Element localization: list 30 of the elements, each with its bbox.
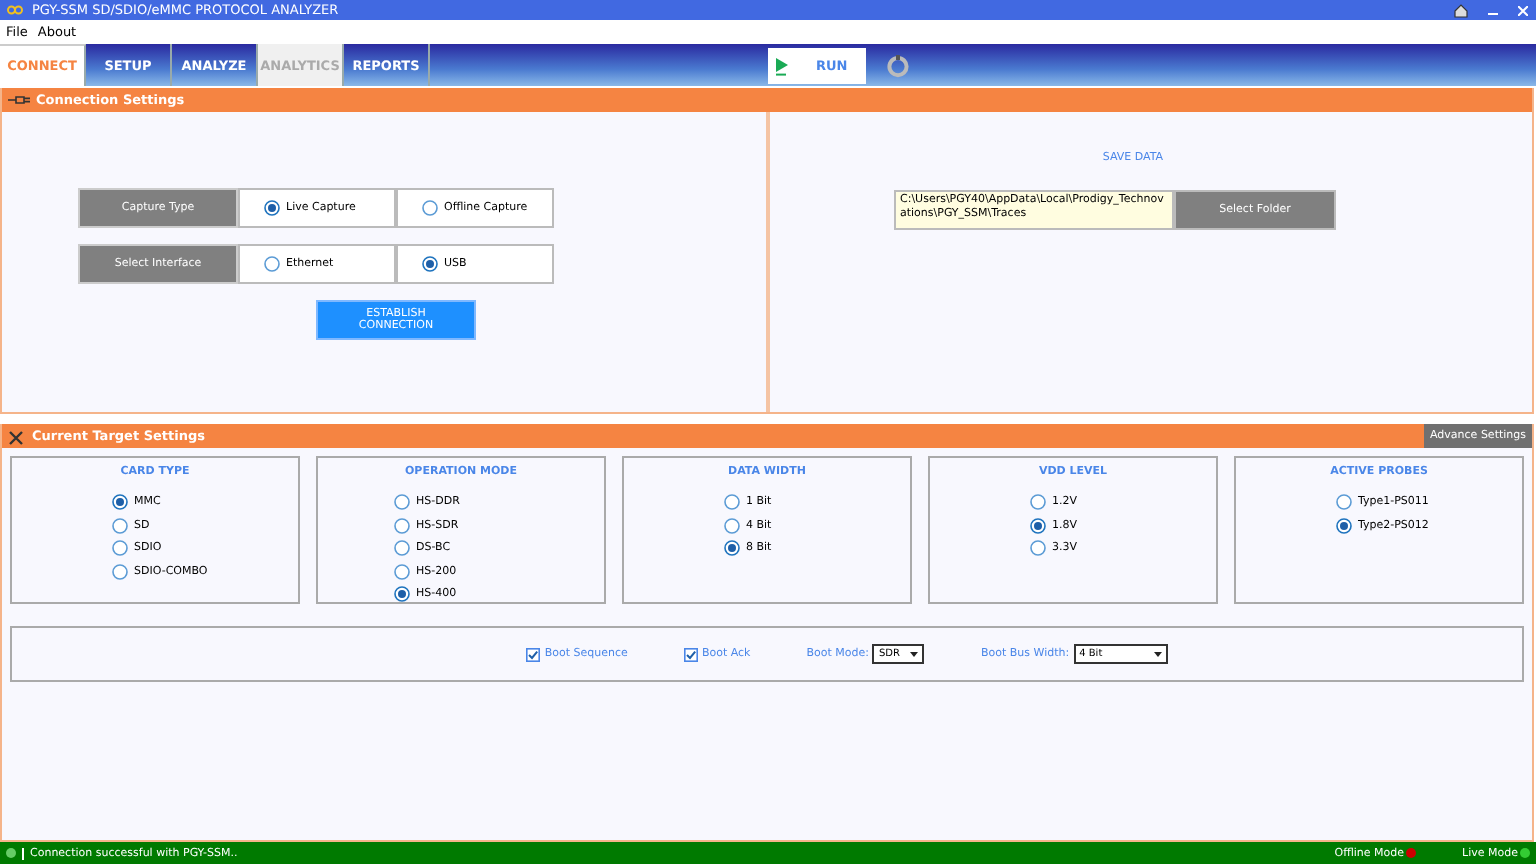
close-icon[interactable] [1518,5,1528,15]
checkbox[interactable] [683,647,698,661]
radio-button[interactable] [422,200,438,216]
radio-button[interactable] [724,540,740,556]
usb-plug-icon [8,94,30,106]
logo-icon [6,4,24,16]
checkbox[interactable] [526,647,541,661]
radio-button[interactable] [1336,517,1352,533]
radio-button[interactable] [112,540,128,556]
radio-button[interactable] [724,494,740,510]
radio-button[interactable] [394,586,410,602]
status-dot [6,848,16,858]
radio-button[interactable] [394,494,410,510]
radio-button[interactable] [724,517,740,533]
radio-button[interactable] [112,563,128,579]
caret-icon [910,651,919,657]
radio-button[interactable] [264,200,280,216]
radio-button[interactable] [112,517,128,533]
caret-icon [1153,651,1162,657]
radio-button[interactable] [264,256,280,272]
radio-button[interactable] [1030,517,1046,533]
radio-button[interactable] [1336,494,1352,510]
radio-button[interactable] [1030,540,1046,556]
radio-button[interactable] [422,256,438,272]
radio-button[interactable] [1030,494,1046,510]
radio-button[interactable] [394,517,410,533]
radio-button[interactable] [394,563,410,579]
radio-button[interactable] [394,540,410,556]
radio-button[interactable] [112,494,128,510]
play-icon [776,57,788,75]
